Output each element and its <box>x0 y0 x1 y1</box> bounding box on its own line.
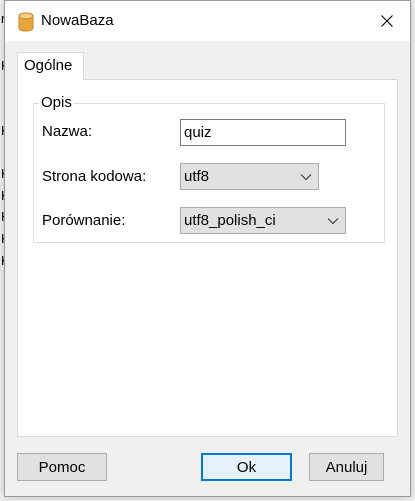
codepage-select-value: utf8 <box>184 168 210 185</box>
groupbox-title: Opis <box>39 94 74 111</box>
close-icon <box>381 15 393 27</box>
cancel-button[interactable]: Anuluj <box>309 453 384 481</box>
collation-select[interactable]: utf8_polish_ci <box>180 207 346 234</box>
name-label: Nazwa: <box>42 123 93 140</box>
title-bar[interactable]: NowaBaza <box>5 1 410 41</box>
tab-panel-general: Opis Nazwa: Strona kodowa: utf8 Porównan… <box>17 79 398 437</box>
help-button[interactable]: Pomoc <box>17 453 107 481</box>
new-database-dialog: NowaBaza Ogólne Opis Nazwa: Strona kodow… <box>4 0 411 497</box>
codepage-select[interactable]: utf8 <box>180 163 319 190</box>
collation-label: Porównanie: <box>42 212 126 229</box>
codepage-label: Strona kodowa: <box>42 168 147 185</box>
description-groupbox: Opis Nazwa: Strona kodowa: utf8 Porównan… <box>33 94 385 243</box>
dialog-title: NowaBaza <box>41 12 114 29</box>
close-button[interactable] <box>364 1 410 41</box>
chevron-down-icon <box>327 218 339 225</box>
database-icon <box>18 12 34 32</box>
chevron-down-icon <box>300 174 312 181</box>
collation-select-value: utf8_polish_ci <box>184 212 276 229</box>
ok-button[interactable]: Ok <box>201 453 292 481</box>
name-input[interactable] <box>180 119 346 146</box>
tab-general-label: Ogólne <box>24 57 73 74</box>
tab-general[interactable]: Ogólne <box>17 52 84 80</box>
